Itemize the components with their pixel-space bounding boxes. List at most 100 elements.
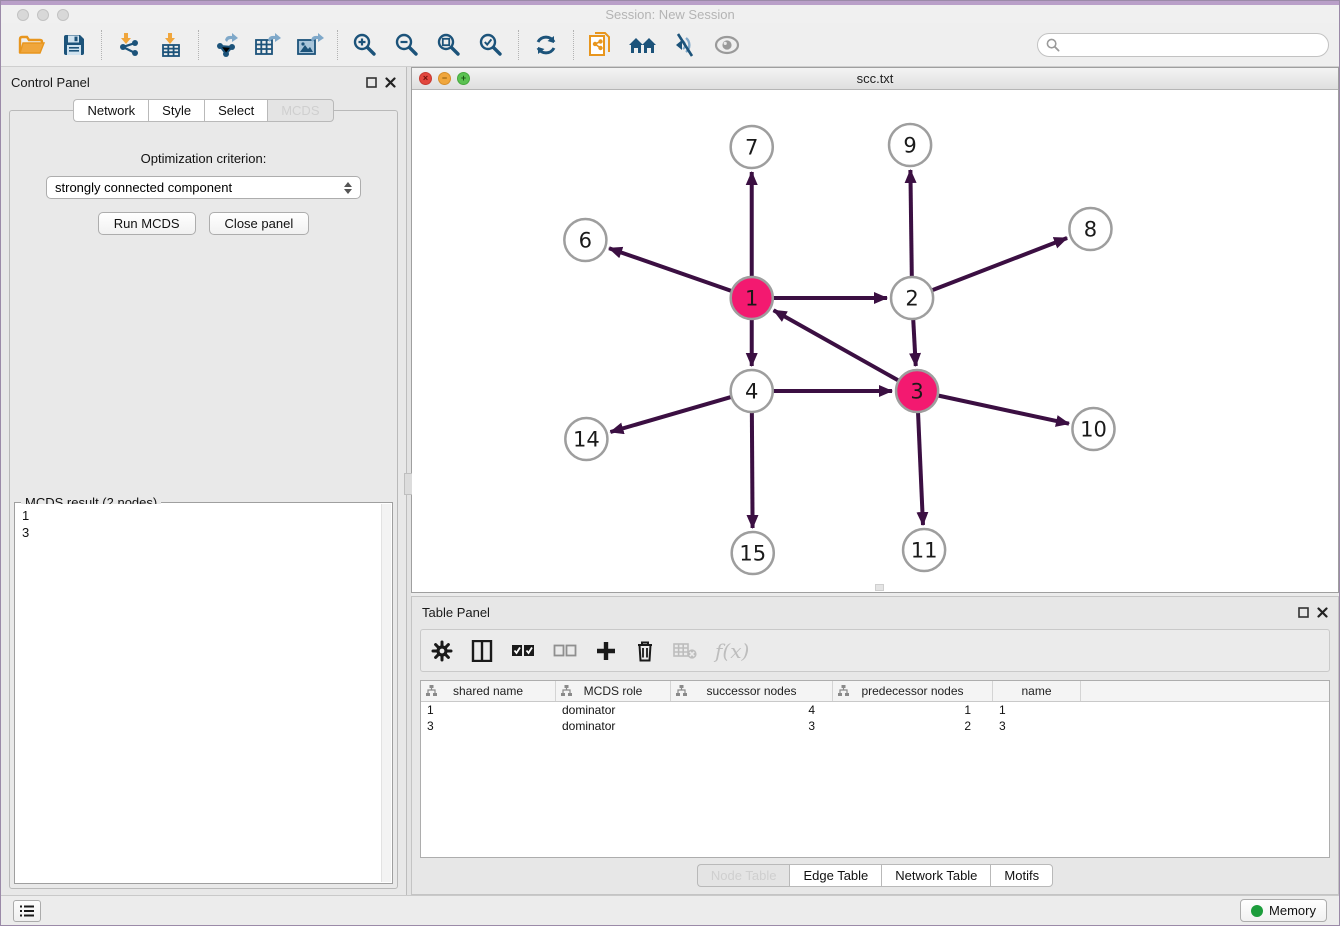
close-panel-button[interactable]: Close panel [209, 212, 310, 235]
trash-icon[interactable] [635, 640, 655, 662]
refresh-layout-icon[interactable] [525, 27, 567, 63]
graph-edge-3-11[interactable] [918, 410, 923, 525]
graph-edge-1-6[interactable] [609, 248, 734, 291]
toolbar-separator [518, 30, 519, 60]
cell-successor-nodes[interactable]: 4 [671, 703, 833, 717]
column-header-predecessor-nodes[interactable]: predecessor nodes [833, 681, 993, 701]
graph-edge-3-1[interactable] [774, 310, 901, 381]
split-panel-icon[interactable] [471, 640, 493, 662]
tab-edge-table[interactable]: Edge Table [789, 864, 881, 887]
tab-select[interactable]: Select [204, 99, 267, 122]
network-window-title: scc.txt [857, 71, 894, 86]
deselect-all-columns-icon[interactable] [553, 644, 577, 658]
column-header-name[interactable]: name [993, 681, 1081, 701]
float-panel-icon[interactable] [366, 77, 377, 88]
cell-mcds-role[interactable]: dominator [556, 719, 671, 733]
selected-option: strongly connected component [55, 180, 344, 195]
cell-shared-name[interactable]: 3 [421, 719, 556, 733]
cell-mcds-role[interactable]: dominator [556, 703, 671, 717]
mcds-result-text[interactable]: 13 [16, 504, 381, 882]
graph-node-label-1: 1 [745, 285, 758, 310]
memory-status-icon [1251, 905, 1263, 917]
node-table: shared name MCDS role successor nodes [420, 680, 1330, 858]
optimization-criterion-label: Optimization criterion: [10, 151, 397, 166]
tab-motifs[interactable]: Motifs [990, 864, 1053, 887]
toolbar-separator [337, 30, 338, 60]
cell-name[interactable]: 1 [993, 703, 1081, 717]
float-table-panel-icon[interactable] [1298, 607, 1309, 618]
open-folder-icon[interactable] [11, 27, 53, 63]
graph-edge-4-14[interactable] [610, 396, 733, 432]
network-maximize-icon[interactable]: + [457, 72, 470, 85]
tree-icon [426, 685, 437, 696]
delete-table-icon[interactable] [673, 642, 697, 660]
table-row[interactable]: 1 dominator 4 1 1 [421, 702, 1329, 718]
graph-node-label-15: 15 [739, 540, 766, 565]
column-header-shared-name[interactable]: shared name [421, 681, 556, 701]
clone-network-icon[interactable] [580, 27, 622, 63]
import-network-icon[interactable] [108, 27, 150, 63]
optimization-criterion-select[interactable]: strongly connected component [46, 176, 361, 199]
cell-name[interactable]: 3 [993, 719, 1081, 733]
tab-style[interactable]: Style [148, 99, 204, 122]
cell-predecessor-nodes[interactable]: 2 [833, 719, 993, 733]
canvas-grip[interactable] [875, 584, 884, 591]
graph-node-label-9: 9 [903, 132, 916, 157]
table-body: 1 dominator 4 1 1 3 dominator 3 2 3 [421, 702, 1329, 857]
add-column-icon[interactable] [595, 640, 617, 662]
export-network-icon[interactable] [205, 27, 247, 63]
graph-node-label-8: 8 [1084, 216, 1097, 241]
graph-node-label-6: 6 [579, 227, 592, 252]
column-header-successor-nodes[interactable]: successor nodes [671, 681, 833, 701]
memory-button[interactable]: Memory [1240, 899, 1327, 922]
close-table-panel-icon[interactable] [1317, 607, 1328, 618]
tab-mcds[interactable]: MCDS [267, 99, 333, 122]
column-header-mcds-role[interactable]: MCDS role [556, 681, 671, 701]
graph-edge-3-10[interactable] [936, 395, 1069, 424]
graph-edge-2-9[interactable] [910, 170, 911, 279]
gear-icon[interactable] [431, 640, 453, 662]
search-input[interactable] [1066, 38, 1320, 52]
select-all-columns-icon[interactable] [511, 644, 535, 658]
export-image-icon[interactable] [289, 27, 331, 63]
function-builder-icon[interactable]: f(x) [715, 639, 749, 663]
export-table-icon[interactable] [247, 27, 289, 63]
network-minimize-icon[interactable]: − [438, 72, 451, 85]
result-line: 1 [22, 508, 29, 523]
graph-node-label-3: 3 [910, 378, 923, 403]
graph-edge-2-8[interactable] [930, 238, 1067, 291]
tree-icon [838, 685, 849, 696]
table-row[interactable]: 3 dominator 3 2 3 [421, 718, 1329, 734]
cell-shared-name[interactable]: 1 [421, 703, 556, 717]
result-line: 3 [22, 525, 29, 540]
eye-icon[interactable] [706, 27, 748, 63]
network-canvas[interactable]: 7968124314101511 [412, 90, 1338, 592]
close-panel-icon[interactable] [385, 77, 396, 88]
zoom-selected-icon[interactable] [470, 27, 512, 63]
cell-predecessor-nodes[interactable]: 1 [833, 703, 993, 717]
toolbar-separator [573, 30, 574, 60]
graph-edge-4-15[interactable] [752, 410, 753, 528]
cell-successor-nodes[interactable]: 3 [671, 719, 833, 733]
import-table-icon[interactable] [150, 27, 192, 63]
zoom-out-icon[interactable] [386, 27, 428, 63]
network-close-icon[interactable]: × [419, 72, 432, 85]
split-divider[interactable] [406, 67, 411, 895]
task-history-button[interactable] [13, 900, 41, 922]
result-scrollbar[interactable] [381, 504, 391, 882]
tab-network[interactable]: Network [73, 99, 148, 122]
network-window-titlebar[interactable]: × − + scc.txt [412, 68, 1338, 90]
run-mcds-button[interactable]: Run MCDS [98, 212, 196, 235]
zoom-fit-icon[interactable] [428, 27, 470, 63]
zoom-in-icon[interactable] [344, 27, 386, 63]
toolbar-separator [101, 30, 102, 60]
memory-label: Memory [1269, 903, 1316, 918]
save-icon[interactable] [53, 27, 95, 63]
fx-label: f(x) [715, 639, 749, 663]
tab-network-table[interactable]: Network Table [881, 864, 990, 887]
first-neighbors-icon[interactable] [622, 27, 664, 63]
tab-node-table[interactable]: Node Table [697, 864, 790, 887]
graph-edge-2-3[interactable] [913, 317, 916, 366]
graphics-details-icon[interactable] [664, 27, 706, 63]
network-graph[interactable]: 7968124314101511 [412, 90, 1338, 592]
